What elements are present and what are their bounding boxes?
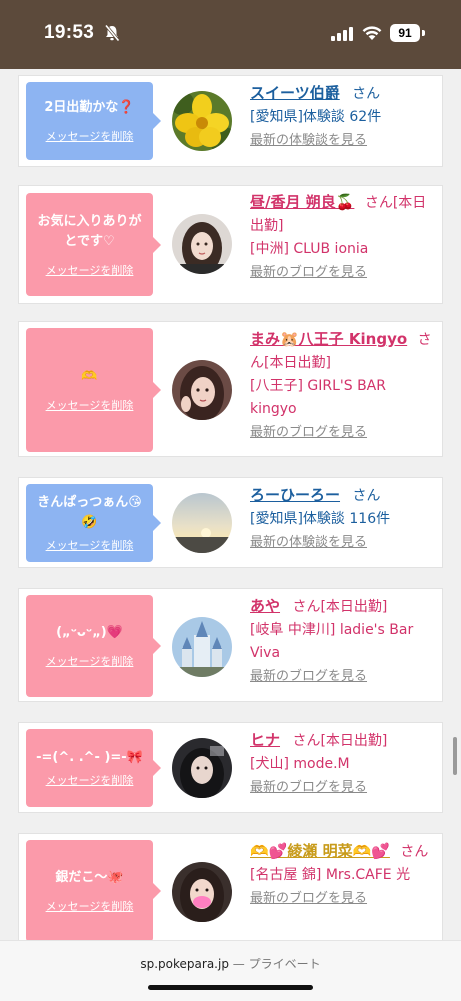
view-latest-link[interactable]: 最新の体験談を見る	[250, 531, 367, 554]
cast-detail: [犬山] mode.M	[250, 756, 350, 772]
bell-muted-icon	[104, 24, 120, 46]
cast-info: 昼/香月 朔良🍒 さん[本日出勤] [中洲] CLUB ionia 最新のブログ…	[250, 191, 437, 284]
cast-detail: [中洲] CLUB ionia	[250, 241, 369, 257]
name-suffix: さん	[352, 86, 381, 102]
avatar[interactable]	[172, 214, 232, 274]
message-bubble: („ᵕᴗᵕ„)💗 メッセージを削除	[26, 595, 161, 697]
private-label: — プライベート	[232, 957, 321, 971]
avatar[interactable]	[172, 862, 232, 922]
view-latest-link[interactable]: 最新のブログを見る	[250, 421, 367, 444]
battery-tip-icon	[422, 30, 425, 36]
cast-detail: [八王子] GIRL'S BAR kingyo	[250, 378, 386, 417]
view-latest-link[interactable]: 最新のブログを見る	[250, 665, 367, 688]
view-latest-link[interactable]: 最新のブログを見る	[250, 887, 367, 910]
cast-detail: [岐阜 中津川] ladie's Bar Viva	[250, 622, 414, 661]
view-latest-link[interactable]: 最新のブログを見る	[250, 776, 367, 799]
cast-info: 🫶💕綾瀬 明菜🫶💕 さん [名古屋 錦] Mrs.CAFE 光 最新のブログを見…	[250, 840, 437, 910]
message-text: („ᵕᴗᵕ„)💗	[56, 625, 123, 640]
message-text: 2日出勤かな❓	[44, 100, 135, 115]
delete-message-link[interactable]: メッセージを削除	[46, 128, 134, 144]
cast-detail: [愛知県]体験談 116件	[250, 511, 391, 527]
cast-info: まみ🐹八王子 Kingyo さん[本日出勤] [八王子] GIRL'S BAR …	[250, 328, 437, 444]
list-item: 2日出勤かな❓ メッセージを削除 スイーツ伯爵 さん [愛知県]体験談 62件 …	[18, 75, 443, 167]
message-text: お気に入りありがとです♡	[37, 213, 142, 249]
browser-address-bar[interactable]: sp.pokepara.jp — プライベート	[0, 940, 461, 1001]
cast-detail: [名古屋 錦] Mrs.CAFE 光	[250, 867, 411, 883]
avatar[interactable]	[172, 617, 232, 677]
avatar[interactable]	[172, 91, 232, 151]
message-text: -=(^. .^- )=-🎀	[36, 750, 143, 765]
wifi-icon	[361, 24, 383, 45]
avatar[interactable]	[172, 738, 232, 798]
cast-detail: [愛知県]体験談 62件	[250, 109, 382, 125]
delete-message-link[interactable]: メッセージを削除	[46, 262, 134, 278]
message-bubble: お気に入りありがとです♡ メッセージを削除	[26, 193, 161, 296]
delete-message-link[interactable]: メッセージを削除	[46, 898, 134, 914]
message-bubble: きんぱっつぁん😘🤣 メッセージを削除	[26, 484, 161, 562]
cast-info: ヒナ さん[本日出勤] [犬山] mode.M 最新のブログを見る	[250, 729, 437, 799]
cast-info: スイーツ伯爵 さん [愛知県]体験談 62件 最新の体験談を見る	[250, 82, 437, 152]
cellular-signal-icon	[331, 26, 353, 45]
view-latest-link[interactable]: 最新の体験談を見る	[250, 129, 367, 152]
list-item: 銀だこ〜🐙 メッセージを削除 🫶💕綾瀬 明菜🫶💕 さん [名古屋 錦] Mrs.…	[18, 833, 443, 940]
message-text: 🫶	[81, 369, 98, 384]
avatar[interactable]	[172, 360, 232, 420]
message-bubble: -=(^. .^- )=-🎀 メッセージを削除	[26, 729, 161, 807]
view-latest-link[interactable]: 最新のブログを見る	[250, 261, 367, 284]
delete-message-link[interactable]: メッセージを削除	[46, 537, 134, 553]
delete-message-link[interactable]: メッセージを削除	[46, 397, 134, 413]
message-bubble: 銀だこ〜🐙 メッセージを削除	[26, 840, 161, 940]
name-suffix: さん[本日出勤]	[292, 599, 388, 615]
list-item: („ᵕᴗᵕ„)💗 メッセージを削除 あや さん[本日出勤] [岐阜 中津川] l…	[18, 588, 443, 702]
avatar[interactable]	[172, 493, 232, 553]
cast-name-link[interactable]: あや	[250, 597, 280, 615]
list-item: 🫶 メッセージを削除 まみ🐹八王子 Kingyo さん[本日出勤] [八王子] …	[18, 321, 443, 457]
message-feed[interactable]: 2日出勤かな❓ メッセージを削除 スイーツ伯爵 さん [愛知県]体験談 62件 …	[0, 69, 461, 940]
url-display[interactable]: sp.pokepara.jp — プライベート	[0, 955, 461, 972]
battery-indicator: 91	[390, 24, 420, 42]
message-bubble: 🫶 メッセージを削除	[26, 328, 161, 452]
delete-message-link[interactable]: メッセージを削除	[46, 772, 134, 788]
status-bar: 19:53 91	[0, 0, 461, 69]
cast-name-link[interactable]: 🫶💕綾瀬 明菜🫶💕	[250, 842, 390, 860]
name-suffix: さん[本日出勤]	[292, 733, 388, 749]
cast-name-link[interactable]: 昼/香月 朔良🍒	[250, 193, 354, 211]
scrollbar[interactable]	[453, 737, 457, 775]
url-text: sp.pokepara.jp	[140, 957, 229, 971]
name-suffix: さん	[400, 844, 429, 860]
list-item: -=(^. .^- )=-🎀 メッセージを削除 ヒナ さん[本日出勤] [犬山]…	[18, 722, 443, 813]
cast-name-link[interactable]: ろーひーろー	[250, 486, 340, 504]
message-text: きんぱっつぁん😘🤣	[37, 495, 142, 530]
cast-info: ろーひーろー さん [愛知県]体験談 116件 最新の体験談を見る	[250, 484, 437, 554]
message-bubble: 2日出勤かな❓ メッセージを削除	[26, 82, 161, 160]
cast-name-link[interactable]: ヒナ	[250, 731, 280, 749]
cast-info: あや さん[本日出勤] [岐阜 中津川] ladie's Bar Viva 最新…	[250, 595, 437, 688]
home-indicator[interactable]	[148, 985, 313, 990]
cast-name-link[interactable]: まみ🐹八王子 Kingyo	[250, 330, 407, 348]
list-item: お気に入りありがとです♡ メッセージを削除 昼/香月 朔良🍒 さん[本日出勤] …	[18, 185, 443, 304]
message-text: 銀だこ〜🐙	[55, 870, 124, 885]
list-item: きんぱっつぁん😘🤣 メッセージを削除 ろーひーろー さん [愛知県]体験談 11…	[18, 477, 443, 568]
status-time: 19:53	[44, 22, 95, 43]
name-suffix: さん	[352, 488, 381, 504]
cast-name-link[interactable]: スイーツ伯爵	[250, 84, 340, 102]
delete-message-link[interactable]: メッセージを削除	[46, 653, 134, 669]
